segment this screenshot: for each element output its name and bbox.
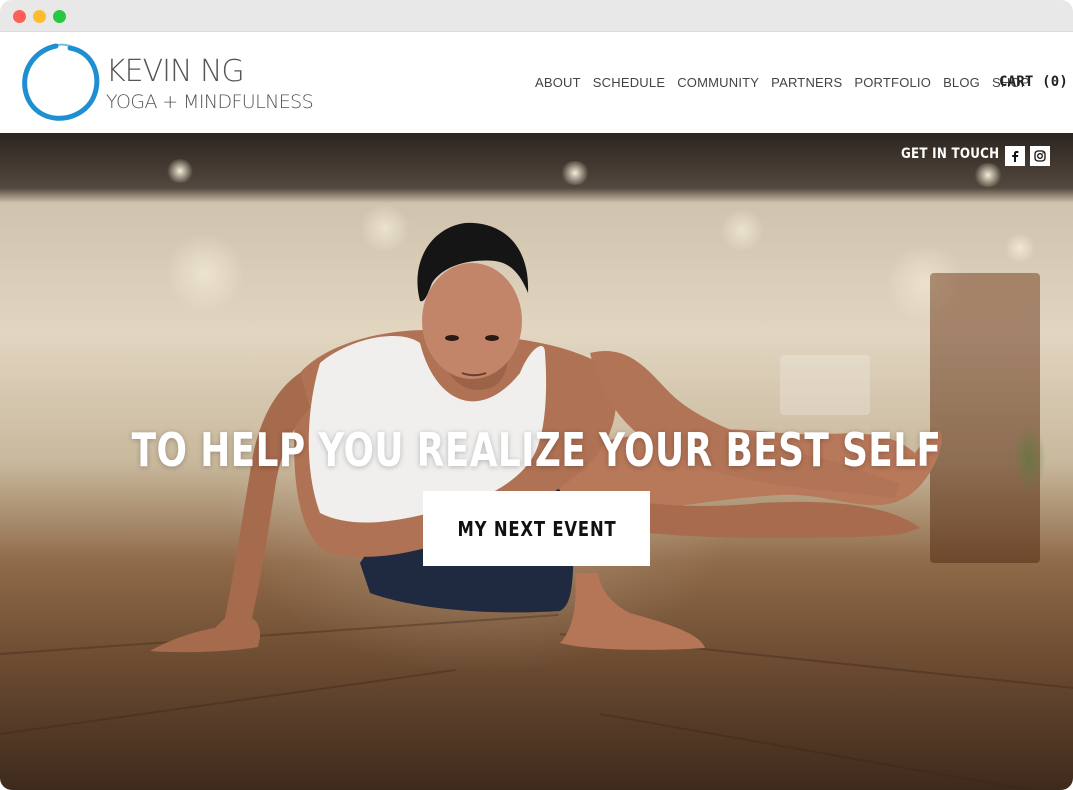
site-header: KEVIN NG YOGA + MINDFULNESS ABOUT SCHEDU…	[0, 32, 1073, 133]
browser-window: KEVIN NG YOGA + MINDFULNESS ABOUT SCHEDU…	[0, 0, 1073, 790]
brand-tagline: YOGA + MINDFULNESS	[106, 91, 314, 113]
nav-item-schedule[interactable]: SCHEDULE	[593, 75, 665, 90]
minimize-window-button[interactable]	[33, 10, 46, 23]
nav-item-blog[interactable]: BLOG	[943, 75, 980, 90]
cart-link[interactable]: CART (0)	[999, 74, 1068, 90]
hero-headline: TO HELP YOU REALIZE YOUR BEST SELF	[131, 422, 942, 477]
main-nav: ABOUT SCHEDULE COMMUNITY PARTNERS PORTFO…	[535, 75, 1042, 90]
nav-item-partners[interactable]: PARTNERS	[771, 75, 842, 90]
window-titlebar	[0, 0, 1073, 32]
my-next-event-button[interactable]: MY NEXT EVENT	[423, 491, 650, 566]
facebook-icon[interactable]	[1005, 146, 1025, 166]
instagram-icon[interactable]	[1030, 146, 1050, 166]
enso-circle-icon	[22, 43, 100, 121]
site-logo[interactable]: KEVIN NG YOGA + MINDFULNESS	[18, 40, 338, 126]
instagram-glyph	[1034, 150, 1046, 162]
cta-label: MY NEXT EVENT	[456, 516, 617, 541]
hero-banner: GET IN TOUCH TO HELP YOU REALIZE YOUR BE…	[0, 133, 1073, 790]
close-window-button[interactable]	[13, 10, 26, 23]
facebook-glyph	[1012, 151, 1019, 162]
nav-item-portfolio[interactable]: PORTFOLIO	[854, 75, 931, 90]
nav-item-community[interactable]: COMMUNITY	[677, 75, 759, 90]
maximize-window-button[interactable]	[53, 10, 66, 23]
get-in-touch-link[interactable]: GET IN TOUCH	[901, 146, 999, 162]
nav-item-about[interactable]: ABOUT	[535, 75, 581, 90]
brand-name: KEVIN NG	[106, 54, 245, 89]
